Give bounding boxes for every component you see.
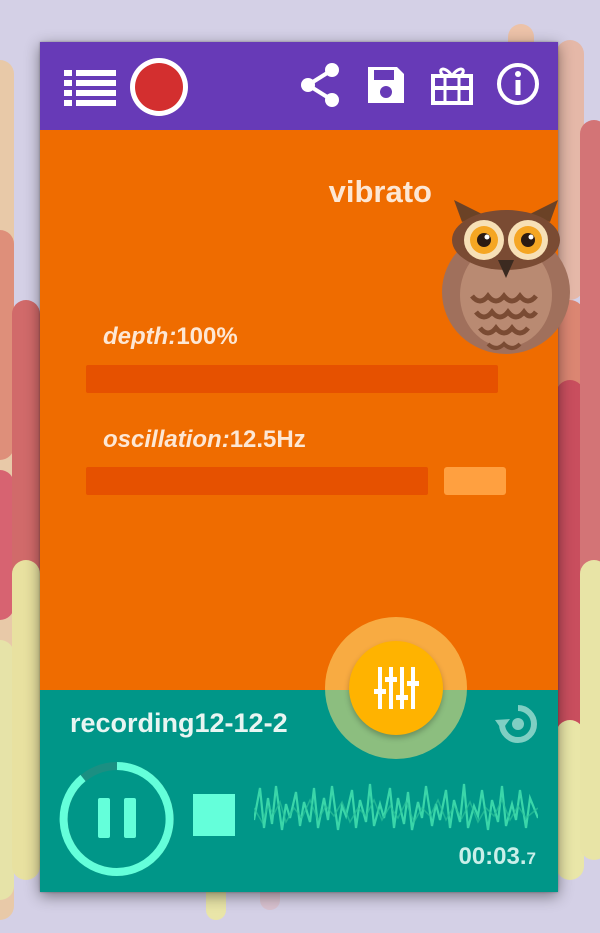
pause-icon [98,798,136,838]
depth-value: 100% [176,323,238,350]
oscillation-slider-thumb[interactable] [444,467,506,495]
waveform [252,778,540,853]
stop-button[interactable] [192,793,236,842]
gift-icon[interactable] [430,62,474,111]
depth-label: depth:100% [103,323,238,351]
time-main: 00:03. [458,843,527,870]
equalizer-icon [374,667,419,709]
elapsed-time: 00:03.7 [458,843,536,871]
pause-button[interactable] [56,758,178,885]
oscillation-key: oscillation: [103,426,230,453]
player-panel: recording12-12-2 00:03.7 [40,690,558,892]
info-icon[interactable] [496,62,540,111]
share-icon[interactable] [298,62,342,113]
save-icon[interactable] [365,64,407,111]
oscillation-slider-track[interactable] [86,467,428,495]
owl-mascot [440,200,572,361]
stop-icon [193,794,235,836]
record-icon[interactable] [129,57,189,122]
depth-slider-track[interactable] [86,365,498,393]
depth-key: depth: [103,323,177,350]
effects-fab[interactable] [349,641,443,735]
playlist-icon[interactable] [64,68,116,113]
oscillation-value: 12.5Hz [229,426,306,453]
toolbar [40,42,558,130]
time-fraction: 7 [526,849,536,868]
oscillation-label: oscillation:12.5Hz [103,426,306,454]
file-name: recording12-12-2 [70,708,288,738]
replay-icon[interactable] [492,698,544,755]
app-window: vibrato depth:100% oscillation:12.5Hz re… [40,42,570,892]
effect-title: vibrato [328,174,432,209]
